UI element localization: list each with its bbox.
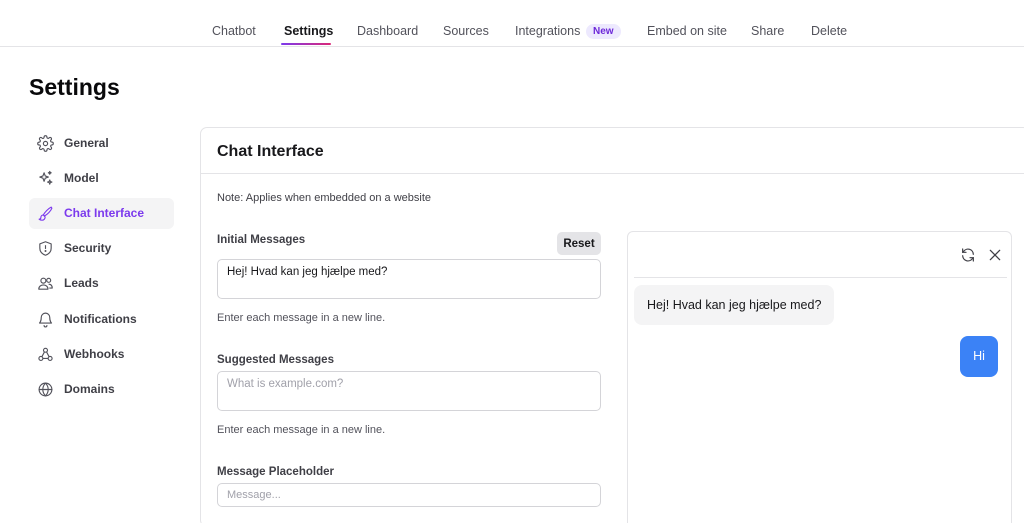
globe-icon <box>37 381 54 398</box>
sidebar-item-notifications[interactable]: Notifications <box>29 304 174 335</box>
sidebar-item-label: Domains <box>64 382 115 396</box>
top-nav: Chatbot Settings Dashboard Sources Integ… <box>0 0 1024 47</box>
chat-preview <box>627 231 1012 523</box>
bot-message-bubble: Hej! Hvad kan jeg hjælpe med? <box>634 285 835 325</box>
sparkles-icon <box>37 170 54 187</box>
tab-integrations[interactable]: Integrations <box>515 24 580 38</box>
sidebar-item-label: Notifications <box>64 312 137 326</box>
tab-delete[interactable]: Delete <box>811 24 847 38</box>
sidebar-item-webhooks[interactable]: Webhooks <box>29 339 174 370</box>
close-icon[interactable] <box>987 247 1003 263</box>
panel-title: Chat Interface <box>217 143 324 160</box>
brush-icon <box>37 205 54 222</box>
sidebar-item-label: Chat Interface <box>64 206 145 220</box>
preview-divider <box>634 277 1007 278</box>
gear-icon <box>37 135 54 152</box>
sidebar-item-label: General <box>64 136 109 150</box>
initial-messages-textarea[interactable] <box>217 259 601 299</box>
reset-button[interactable]: Reset <box>557 232 601 255</box>
sidebar-item-label: Model <box>64 171 99 185</box>
users-icon <box>37 275 54 292</box>
sidebar-item-security[interactable]: Security <box>29 233 174 264</box>
message-placeholder-label: Message Placeholder <box>217 466 334 478</box>
bell-icon <box>37 311 54 328</box>
tab-dashboard[interactable]: Dashboard <box>357 24 418 38</box>
initial-messages-label: Initial Messages <box>217 234 306 246</box>
message-placeholder-input[interactable] <box>217 483 601 507</box>
sidebar-item-leads[interactable]: Leads <box>29 268 174 299</box>
sidebar-item-chat-interface[interactable]: Chat Interface <box>29 198 174 229</box>
new-badge: New <box>586 24 621 39</box>
initial-messages-hint: Enter each message in a new line. <box>217 312 386 324</box>
webhook-icon <box>37 346 54 363</box>
sidebar-item-model[interactable]: Model <box>29 163 174 194</box>
embed-note: Note: Applies when embedded on a website <box>217 192 432 204</box>
tab-share[interactable]: Share <box>751 24 784 38</box>
suggested-messages-hint: Enter each message in a new line. <box>217 424 386 436</box>
suggested-messages-textarea[interactable] <box>217 371 601 411</box>
page-title: Settings <box>29 74 120 100</box>
sidebar-item-label: Security <box>64 241 112 255</box>
tab-settings[interactable]: Settings <box>284 24 333 38</box>
sidebar-item-label: Webhooks <box>64 347 125 361</box>
shield-icon <box>37 240 54 257</box>
tab-chatbot[interactable]: Chatbot <box>212 24 256 38</box>
sidebar-item-general[interactable]: General <box>29 128 174 159</box>
panel-header: Chat Interface <box>201 128 1024 174</box>
suggested-messages-label: Suggested Messages <box>217 354 334 366</box>
sidebar-item-label: Leads <box>64 276 99 290</box>
user-message-bubble: Hi <box>960 336 998 377</box>
refresh-icon[interactable] <box>960 247 976 263</box>
active-tab-indicator <box>281 43 331 45</box>
sidebar-item-domains[interactable]: Domains <box>29 374 174 405</box>
tab-embed-on-site[interactable]: Embed on site <box>647 24 727 38</box>
tab-sources[interactable]: Sources <box>443 24 489 38</box>
